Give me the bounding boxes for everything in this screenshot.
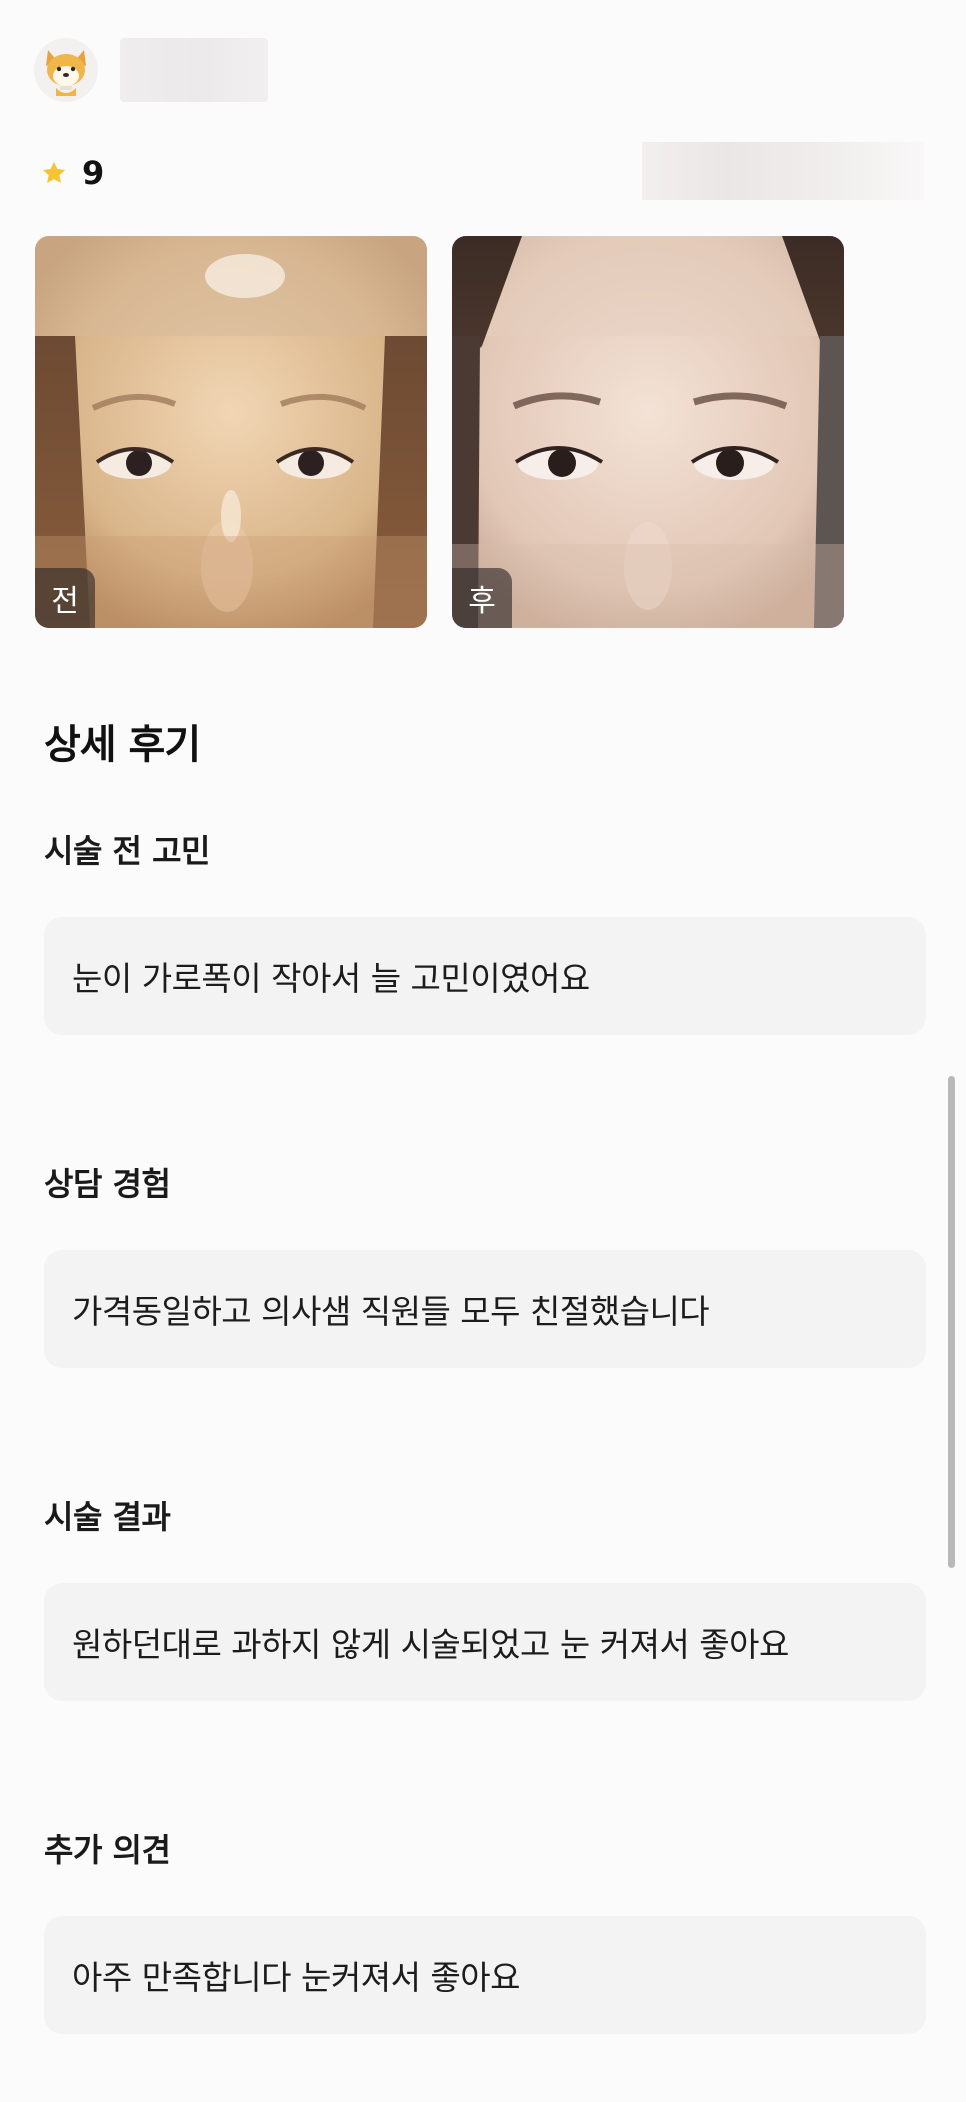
section-title: 상세 후기 [44,722,201,768]
question-title: 시술 전 고민 [44,832,210,870]
review-detail-page: 9 전 후 상세 후기 시술 전 고민 눈이 가로폭이 작아서 늘 고민이였어요… [0,0,966,2102]
rating-value: 9 [82,154,105,192]
answer-box: 아주 만족합니다 눈커져서 좋아요 [44,1916,926,2034]
answer-text: 눈이 가로폭이 작아서 늘 고민이였어요 [72,959,590,998]
reviewer-name-redacted [120,38,268,102]
answer-box: 원하던대로 과하지 않게 시술되었고 눈 커져서 좋아요 [44,1583,926,1701]
star-icon [42,161,66,183]
after-photo[interactable]: 후 [452,236,844,628]
question-title: 상담 경험 [44,1165,171,1203]
after-label: 후 [452,568,512,628]
reviewer-header [34,38,268,102]
rating: 9 [40,150,104,196]
answer-text: 가격동일하고 의사샘 직원들 모두 친절했습니다 [72,1292,710,1331]
avatar[interactable] [34,38,98,102]
date-redacted [642,142,924,200]
answer-box: 눈이 가로폭이 작아서 늘 고민이였어요 [44,917,926,1035]
before-face-image [35,236,427,628]
before-photo[interactable]: 전 [35,236,427,628]
after-face-image [452,236,844,628]
answer-text: 아주 만족합니다 눈커져서 좋아요 [72,1958,521,1997]
before-label: 전 [35,568,95,628]
question-title: 추가 의견 [44,1831,171,1869]
answer-text: 원하던대로 과하지 않게 시술되었고 눈 커져서 좋아요 [72,1625,789,1664]
scrollbar[interactable] [948,1076,955,1568]
answer-box: 가격동일하고 의사샘 직원들 모두 친절했습니다 [44,1250,926,1368]
question-title: 시술 결과 [44,1498,171,1536]
shiba-dog-avatar-icon [46,50,86,96]
before-after-photos: 전 후 [35,236,844,628]
